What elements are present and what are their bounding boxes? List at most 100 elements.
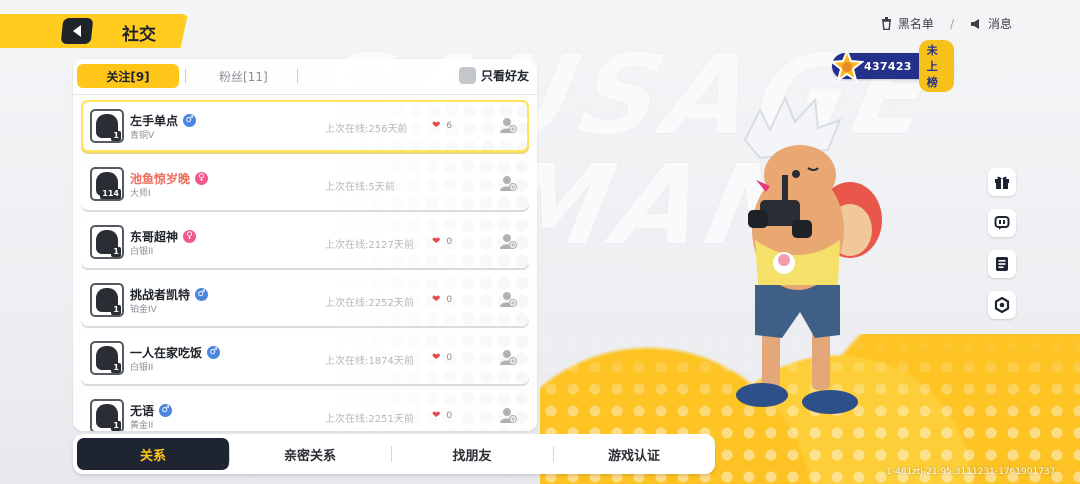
messages-link[interactable]: 消息 <box>970 15 1012 32</box>
player-name-wrap: 左手单点 ♂ <box>130 112 197 129</box>
heart-icon: ❤ <box>432 120 441 131</box>
player-name: 左手单点 <box>130 114 179 128</box>
last-online: 上次在线:2252天前 <box>325 298 414 309</box>
likes: ❤ 0 <box>432 352 452 363</box>
heart-icon: ❤ <box>432 236 441 247</box>
add-friend-icon[interactable] <box>499 290 517 308</box>
notes-button[interactable] <box>988 250 1016 278</box>
tab-fans[interactable]: 粉丝[11] <box>219 68 268 85</box>
chat-button[interactable] <box>988 209 1016 237</box>
nav-divider <box>553 446 554 462</box>
avatar[interactable]: 1 <box>90 109 124 143</box>
friend-row[interactable]: 1 左手单点 ♂ 青铜V 上次在线:256天前 ❤ 6 <box>81 100 529 152</box>
rank-pill[interactable]: 437423 未上榜 <box>830 40 954 92</box>
last-online: 上次在线:256天前 <box>325 124 408 135</box>
header-banner <box>0 14 188 48</box>
male-icon: ♂ <box>183 114 197 127</box>
last-online: 上次在线:2251天前 <box>325 414 414 425</box>
nav-relations[interactable]: 关系 <box>77 438 229 470</box>
player-name: 一人在家吃饭 <box>130 346 203 360</box>
male-icon: ♂ <box>195 288 209 301</box>
player-character[interactable] <box>700 80 900 430</box>
gift-button[interactable] <box>988 168 1016 196</box>
friend-row[interactable]: 1 无语 ♂ 黄金II 上次在线:2251天前 ❤ 0 <box>81 390 529 431</box>
social-panel: 关注[9] 粉丝[11] 只看好友 1 左手单点 ♂ 青铜V 上次在线:256天… <box>73 59 537 431</box>
player-name-wrap: 一人在家吃饭 ♂ <box>130 344 221 361</box>
player-name: 无语 <box>130 404 155 418</box>
likes: ❤ 0 <box>432 236 452 247</box>
player-name: 池鱼惊岁晚 <box>130 172 191 186</box>
male-icon: ♂ <box>207 346 221 359</box>
trash-icon <box>881 17 891 30</box>
blacklist-link[interactable]: 黑名单 <box>881 15 934 32</box>
friend-row[interactable]: 1 一人在家吃饭 ♂ 白银II 上次在线:1874天前 ❤ 0 <box>81 332 529 384</box>
avatar[interactable]: 1 <box>90 283 124 317</box>
nav-intimacy[interactable]: 亲密关系 <box>229 434 391 474</box>
nav-game-verify-label: 游戏认证 <box>607 448 660 464</box>
blacklist-label: 黑名单 <box>897 17 934 31</box>
add-friend-icon[interactable] <box>499 232 517 250</box>
rank-star-icon <box>830 49 864 83</box>
player-rank: 青铜V <box>130 131 155 141</box>
last-online: 上次在线:2127天前 <box>325 240 414 251</box>
add-friend-icon[interactable] <box>499 116 517 134</box>
side-icons <box>988 168 1016 319</box>
nav-divider <box>229 446 230 462</box>
tab-divider <box>297 69 298 83</box>
likes-count: 6 <box>446 120 453 131</box>
rank-status-badge: 未上榜 <box>918 40 954 92</box>
settings-icon <box>994 297 1010 313</box>
page-title: 社交 <box>122 25 156 45</box>
rank-score: 437423 <box>864 59 912 73</box>
add-friend-icon[interactable] <box>499 406 517 424</box>
avatar[interactable]: 1 <box>90 399 124 431</box>
likes: ❤ 0 <box>432 294 452 305</box>
settings-button[interactable] <box>988 291 1016 319</box>
male-icon: ♂ <box>159 404 173 417</box>
only-friends-label: 只看好友 <box>480 69 529 83</box>
female-icon: ♀ <box>195 172 209 185</box>
player-rank: 黄金II <box>130 421 154 431</box>
last-online: 上次在线:1874天前 <box>325 356 414 367</box>
tabs-divider <box>73 94 537 95</box>
nav-find-friends[interactable]: 找朋友 <box>391 434 553 474</box>
player-level: 1 <box>111 247 121 257</box>
top-right-links: 黑名单 / 消息 <box>881 15 1012 32</box>
player-rank: 铂金IV <box>130 305 157 315</box>
player-name-wrap: 东哥超神 ♀ <box>130 228 197 245</box>
bottom-nav: 关系 亲密关系 找朋友 游戏认证 <box>73 434 715 474</box>
messages-label: 消息 <box>987 17 1012 31</box>
speaker-icon <box>970 18 979 29</box>
build-info: 1-481ztj-21.95.3111231-1761901737 <box>886 467 1056 477</box>
player-name: 东哥超神 <box>130 230 179 244</box>
back-arrow-icon <box>73 25 81 37</box>
separator: / <box>949 16 954 31</box>
likes-count: 0 <box>446 410 453 421</box>
friend-row[interactable]: 1 东哥超神 ♀ 白银II 上次在线:2127天前 ❤ 0 <box>81 216 529 268</box>
player-name-wrap: 无语 ♂ <box>130 402 173 419</box>
player-level: 1 <box>111 421 121 431</box>
player-name: 挑战者凯特 <box>130 288 191 302</box>
avatar[interactable]: 1 <box>90 341 124 375</box>
nav-find-friends-label: 找朋友 <box>452 448 492 464</box>
only-friends-toggle[interactable]: 只看好友 <box>458 67 529 84</box>
tab-divider <box>185 69 186 83</box>
friend-list: 1 左手单点 ♂ 青铜V 上次在线:256天前 ❤ 6 114 池鱼惊岁晚 ♀ 大… <box>81 100 529 431</box>
player-name-wrap: 池鱼惊岁晚 ♀ <box>130 170 209 187</box>
avatar[interactable]: 114 <box>90 167 124 201</box>
friend-row[interactable]: 1 挑战者凯特 ♂ 铂金IV 上次在线:2252天前 ❤ 0 <box>81 274 529 326</box>
friend-row[interactable]: 114 池鱼惊岁晚 ♀ 大师I 上次在线:5天前 <box>81 158 529 210</box>
nav-game-verify[interactable]: 游戏认证 <box>553 434 715 474</box>
player-level: 1 <box>111 131 121 141</box>
nav-intimacy-label: 亲密关系 <box>283 448 336 464</box>
likes-count: 0 <box>446 236 453 247</box>
likes: ❤ 0 <box>432 410 452 421</box>
tab-following[interactable]: 关注[9] <box>77 64 179 88</box>
add-friend-icon[interactable] <box>499 348 517 366</box>
avatar[interactable]: 1 <box>90 225 124 259</box>
only-friends-checkbox[interactable] <box>458 67 476 84</box>
back-button[interactable] <box>60 18 94 44</box>
add-friend-icon[interactable] <box>499 174 517 192</box>
heart-icon: ❤ <box>432 294 441 305</box>
player-level: 1 <box>111 305 121 315</box>
